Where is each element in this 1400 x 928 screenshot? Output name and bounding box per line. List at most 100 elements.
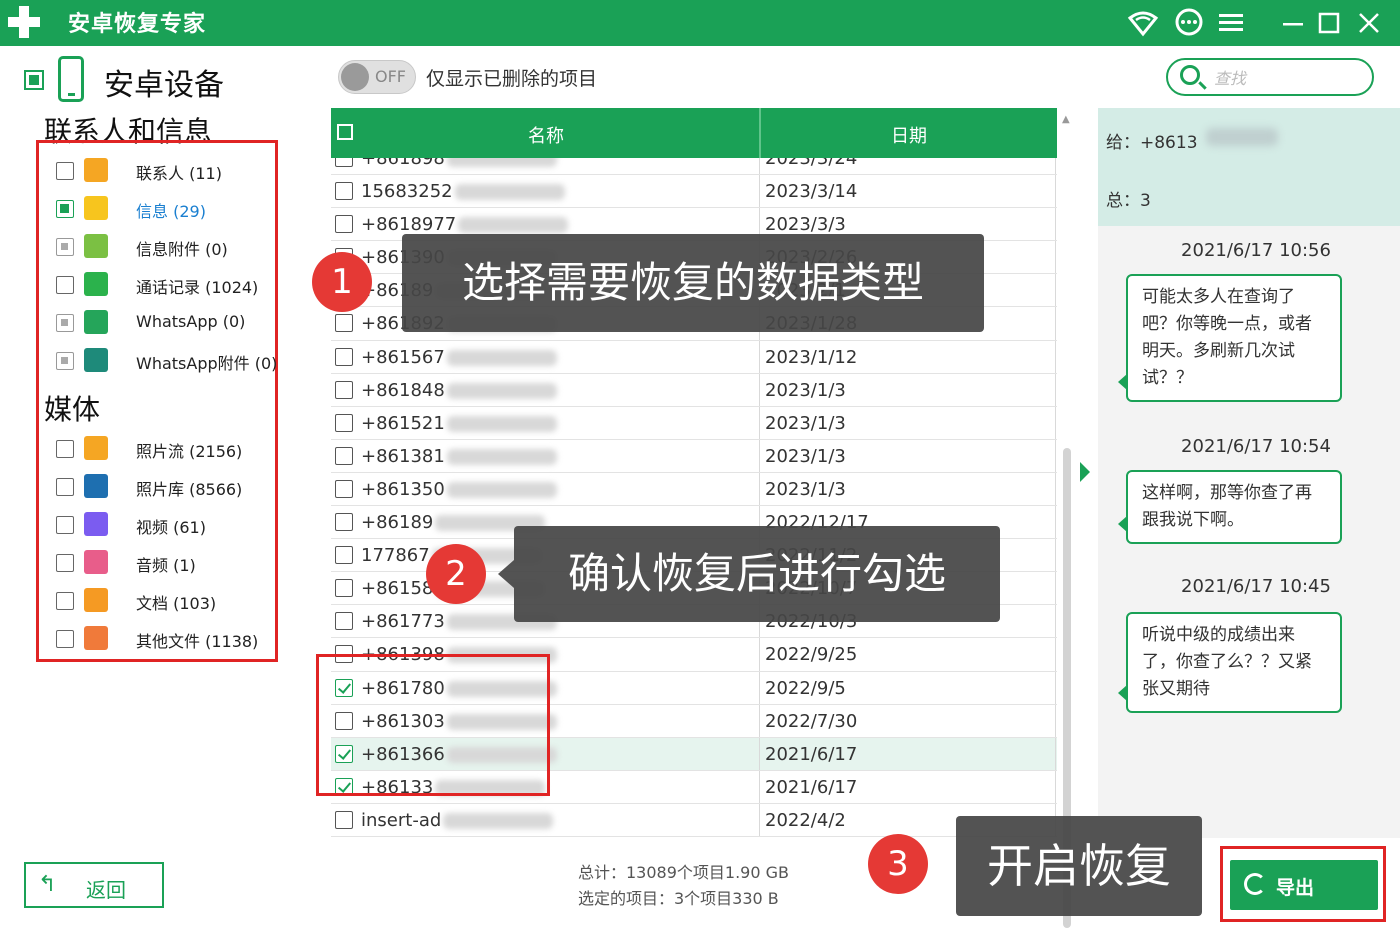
- category-checkbox[interactable]: [56, 478, 74, 496]
- category-checkbox[interactable]: [56, 630, 74, 648]
- back-arrow-icon: ↰: [38, 872, 57, 897]
- row-checkbox[interactable]: [335, 182, 353, 201]
- table-row[interactable]: +861521 2023/1/3: [331, 406, 1057, 440]
- search-box[interactable]: [1166, 58, 1374, 96]
- category-item[interactable]: 音频 (1): [52, 548, 278, 578]
- maximize-icon[interactable]: [1312, 6, 1346, 40]
- row-end-divider: [1055, 241, 1056, 274]
- column-divider: [759, 671, 760, 704]
- message-icon: [84, 196, 108, 220]
- expand-preview-icon[interactable]: [1080, 462, 1090, 482]
- category-item[interactable]: 照片流 (2156): [52, 434, 278, 464]
- column-header-name[interactable]: 名称: [331, 122, 761, 148]
- status-selected: 选定的项目：3个项目330 B: [578, 889, 779, 908]
- blurred-number: [455, 184, 565, 201]
- row-end-divider: [1055, 704, 1056, 737]
- row-checkbox[interactable]: [335, 380, 353, 399]
- message-preview-panel: 给：+8613 总：3 2021/6/17 10:56 可能太多人在查询了吧？你…: [1098, 108, 1400, 838]
- back-button-label: 返回: [86, 878, 126, 902]
- category-item[interactable]: 信息附件 (0): [52, 232, 278, 262]
- column-divider: [759, 803, 760, 836]
- video-icon: [84, 512, 108, 536]
- wifi-icon[interactable]: [1126, 6, 1160, 40]
- category-checkbox[interactable]: [56, 162, 74, 180]
- callout-step-1: 选择需要恢复的数据类型: [402, 234, 984, 332]
- row-checkbox[interactable]: [335, 413, 353, 432]
- category-item[interactable]: WhatsApp (0): [52, 308, 278, 338]
- row-checkbox[interactable]: [335, 446, 353, 465]
- close-icon[interactable]: [1352, 6, 1386, 40]
- minimize-icon[interactable]: [1276, 6, 1310, 40]
- row-date: 2023/1/3: [765, 379, 846, 401]
- back-button[interactable]: ↰ 返回: [24, 862, 164, 908]
- row-end-divider: [1055, 208, 1056, 241]
- column-divider: [759, 638, 760, 671]
- phone-icon: [84, 272, 108, 296]
- category-checkbox[interactable]: [56, 440, 74, 458]
- row-name: +861567: [361, 346, 445, 368]
- category-checkbox[interactable]: [56, 276, 74, 294]
- table-row[interactable]: +861381 2023/1/3: [331, 439, 1057, 473]
- menu-icon[interactable]: [1214, 6, 1248, 40]
- row-checkbox[interactable]: [335, 810, 353, 829]
- row-end-divider: [1055, 737, 1056, 770]
- row-name: +861381: [361, 445, 445, 467]
- category-item[interactable]: 通话记录 (1024): [52, 270, 278, 300]
- message-bubble: 可能太多人在查询了吧？你等晚一点，或者明天。多刷新几次试试？？: [1118, 274, 1342, 402]
- toggle-state-text: OFF: [375, 67, 406, 86]
- message-time: 2021/6/17 10:56: [1181, 240, 1331, 261]
- device-checkbox[interactable]: [24, 70, 44, 90]
- deleted-only-toggle[interactable]: OFF: [338, 60, 416, 94]
- table-row[interactable]: +861567 2023/1/12: [331, 340, 1057, 374]
- category-checkbox[interactable]: [56, 314, 74, 332]
- category-checkbox[interactable]: [56, 592, 74, 610]
- category-checkbox[interactable]: [56, 200, 74, 218]
- row-checkbox[interactable]: [335, 612, 353, 631]
- category-item[interactable]: 视频 (61): [52, 510, 278, 540]
- category-item[interactable]: WhatsApp附件 (0): [52, 346, 278, 376]
- photo-library-icon: [84, 474, 108, 498]
- table-row[interactable]: +861350 2023/1/3: [331, 472, 1057, 507]
- row-date: 2023/1/3: [765, 478, 846, 500]
- category-item[interactable]: 联系人 (11): [52, 156, 278, 186]
- toggle-label: 仅显示已删除的项目: [426, 68, 598, 90]
- column-header-date[interactable]: 日期: [761, 122, 1057, 148]
- status-total: 总计：13089个项目1.90 GB: [578, 863, 789, 882]
- category-label: 信息附件 (0): [136, 240, 228, 259]
- category-checkbox[interactable]: [56, 352, 74, 370]
- row-checkbox[interactable]: [335, 347, 353, 366]
- row-checkbox[interactable]: [335, 579, 353, 598]
- blurred-number: [447, 481, 557, 498]
- row-checkbox[interactable]: [335, 215, 353, 234]
- category-item[interactable]: 其他文件 (1138): [52, 624, 278, 654]
- category-label: 其他文件 (1138): [136, 632, 259, 651]
- category-item[interactable]: 文档 (103): [52, 586, 278, 616]
- column-divider: [759, 373, 760, 406]
- app-logo-icon: [6, 4, 42, 40]
- row-checkbox[interactable]: [335, 546, 353, 565]
- contact-icon: [84, 158, 108, 182]
- device-label: 安卓设备: [104, 68, 224, 103]
- table-row[interactable]: insert-ad 2022/4/2: [331, 803, 1057, 837]
- search-input[interactable]: [1214, 66, 1364, 90]
- message-bubble: 听说中级的成绩出来了，你查了么？？又紧张又期待: [1118, 612, 1342, 713]
- step-badge-2: 2: [426, 544, 486, 604]
- row-checkbox[interactable]: [335, 479, 353, 498]
- chat-icon[interactable]: [1172, 6, 1206, 40]
- row-checkbox[interactable]: [335, 314, 353, 333]
- table-scrollbar[interactable]: ▲: [1060, 108, 1074, 928]
- category-item[interactable]: 信息 (29): [52, 194, 278, 224]
- row-end-divider: [1055, 340, 1056, 373]
- category-checkbox[interactable]: [56, 516, 74, 534]
- category-item[interactable]: 照片库 (8566): [52, 472, 278, 502]
- row-name: +861848: [361, 379, 445, 401]
- row-end-divider: [1055, 175, 1056, 208]
- category-checkbox[interactable]: [56, 238, 74, 256]
- category-checkbox[interactable]: [56, 554, 74, 572]
- column-divider: [759, 472, 760, 506]
- row-checkbox[interactable]: [335, 513, 353, 532]
- toggle-knob: [341, 63, 369, 91]
- table-row[interactable]: +861848 2023/1/3: [331, 373, 1057, 407]
- table-row[interactable]: 15683252 2023/3/14: [331, 175, 1057, 209]
- scroll-up-icon[interactable]: ▲: [1062, 114, 1070, 125]
